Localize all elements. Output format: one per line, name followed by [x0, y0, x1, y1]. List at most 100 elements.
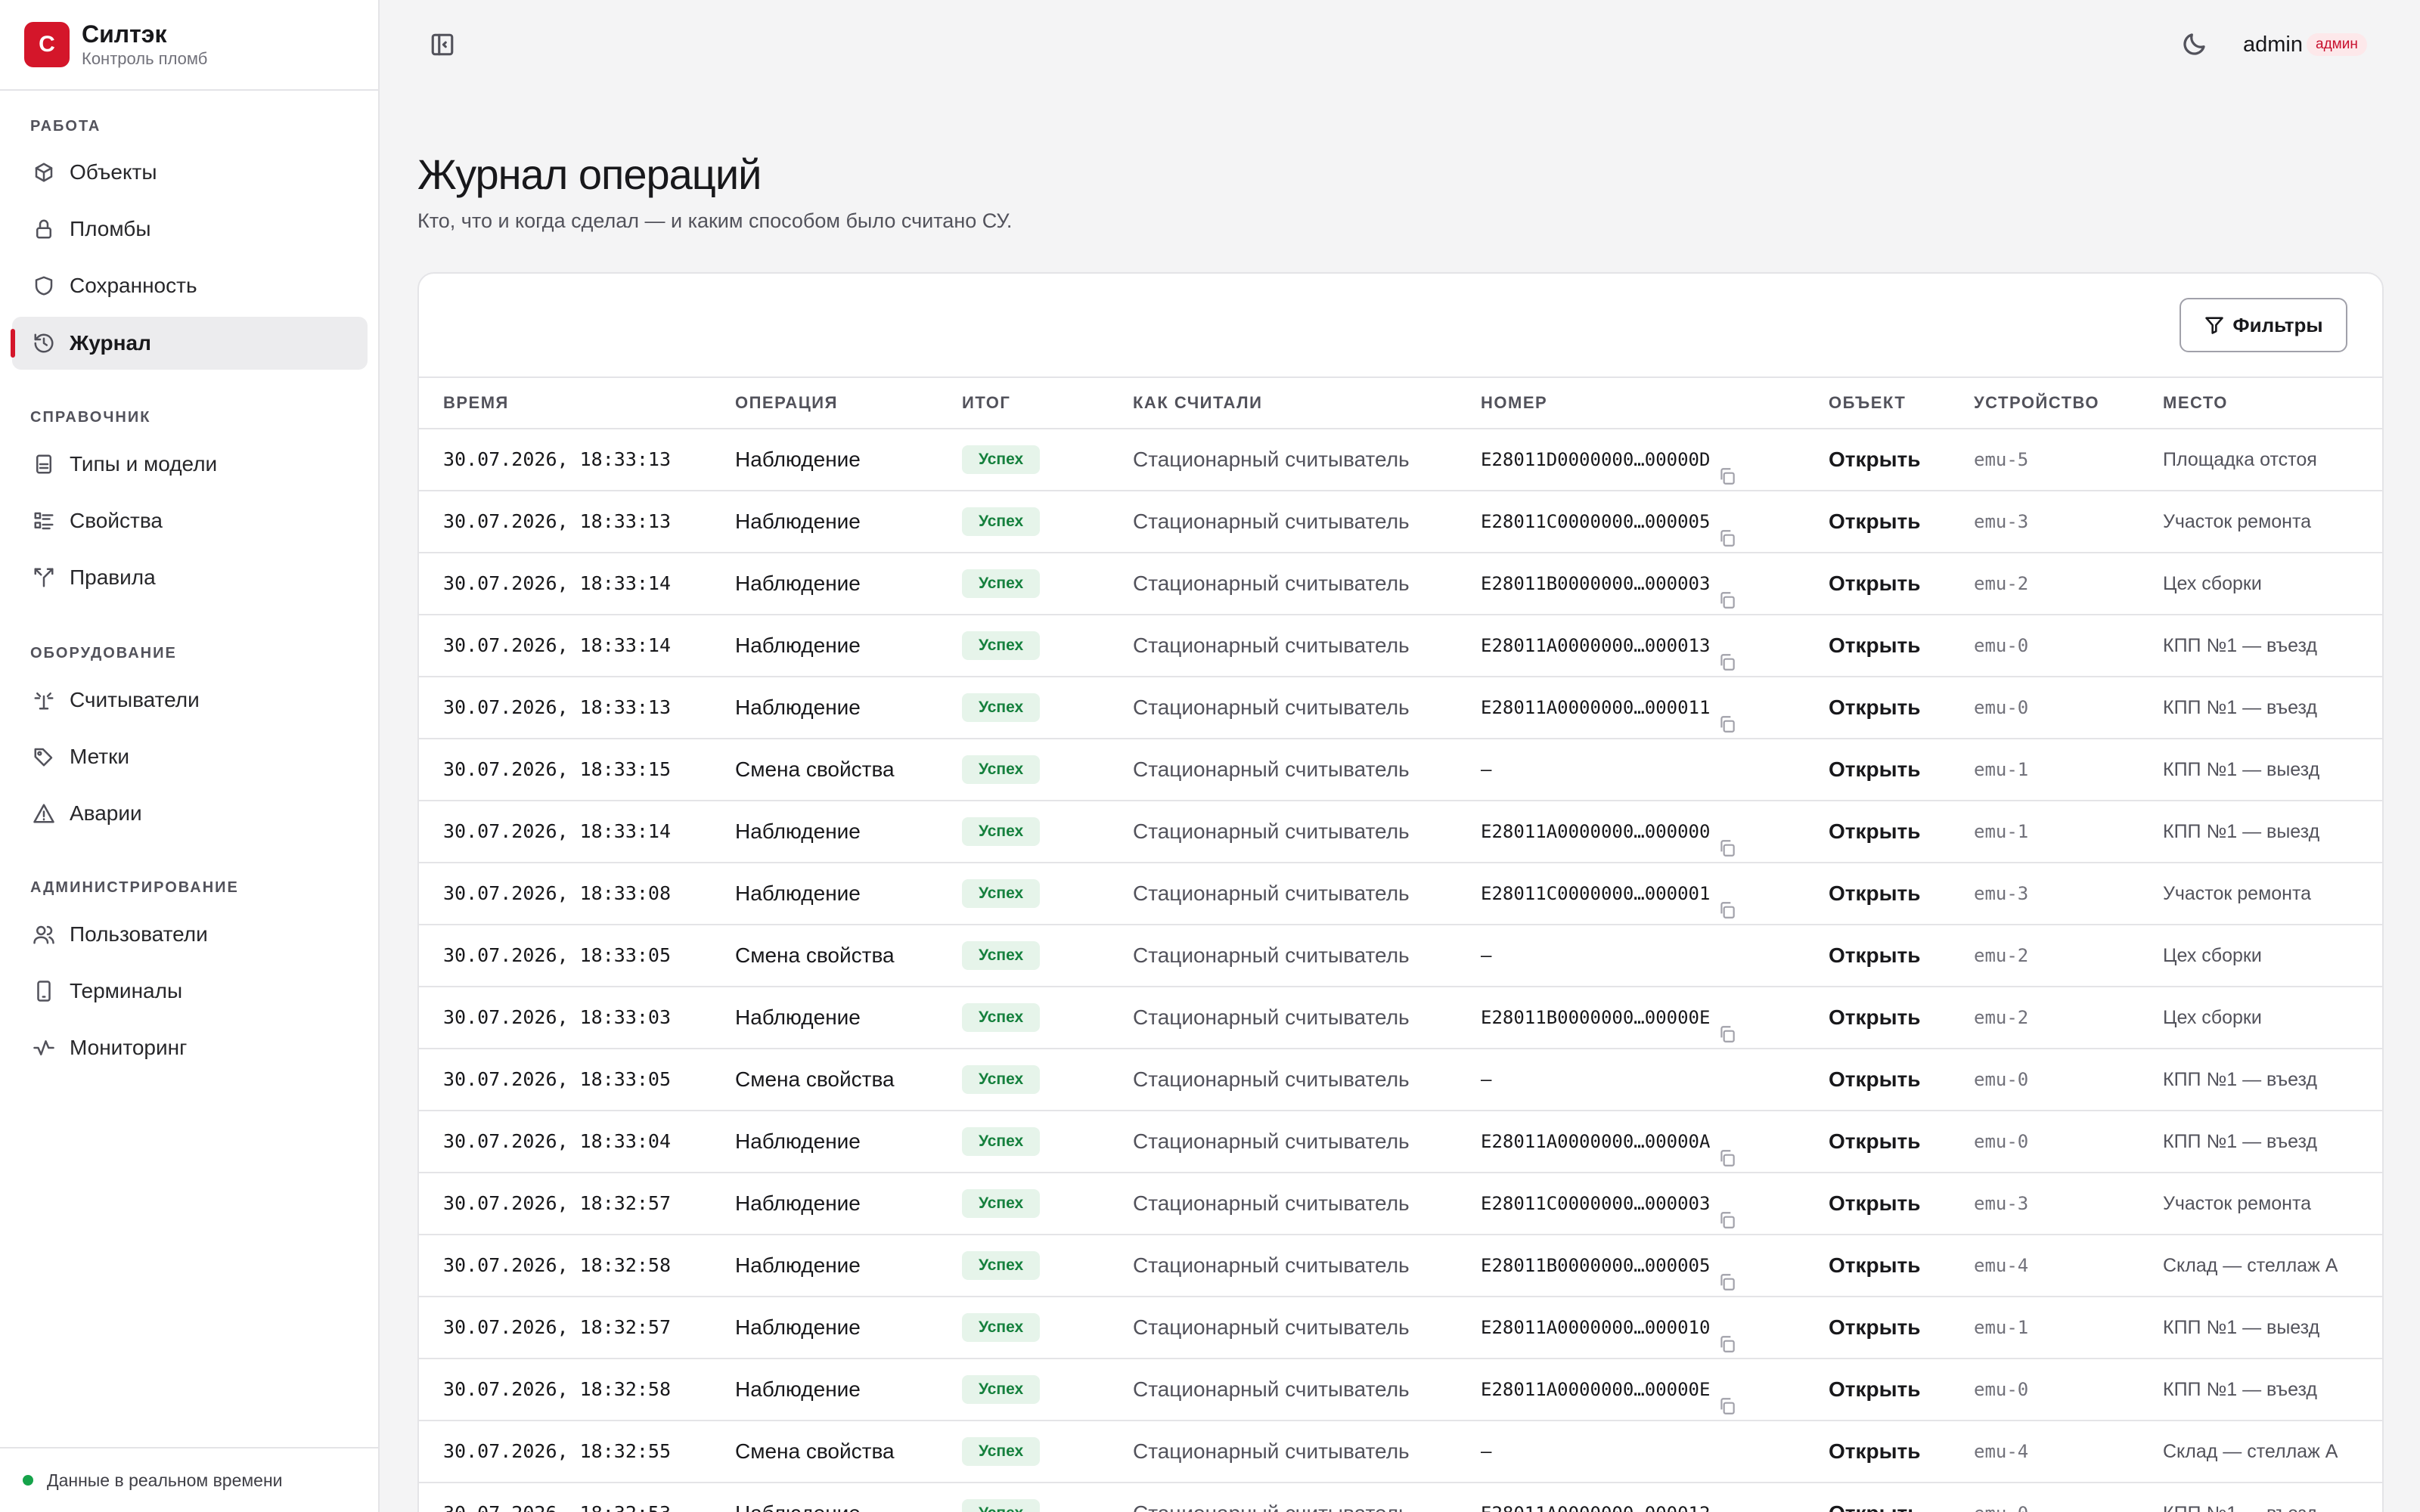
copy-icon[interactable] [1717, 698, 1737, 733]
status-badge: Успех [962, 445, 1041, 474]
table-row[interactable]: 30.07.2026, 18:33:08 Наблюдение Успех Стаци… [419, 863, 2382, 925]
column-header-object[interactable]: ОБЪЕКТ [1829, 378, 1906, 428]
open-object-link[interactable]: Открыть [1829, 429, 1920, 490]
cell-place: КПП №1 — въезд [2163, 1069, 2317, 1090]
table-row[interactable]: 30.07.2026, 18:32:55 Смена свойства Успех С… [419, 1421, 2382, 1483]
cell-result: Успех [962, 1111, 1041, 1172]
seal-number-text: E28011C0000000…000005 [1481, 511, 1711, 532]
sidebar-item-objects[interactable]: Объекты [12, 146, 368, 199]
copy-icon[interactable] [1717, 1318, 1737, 1352]
copy-icon[interactable] [1717, 450, 1737, 485]
open-object-link[interactable]: Открыть [1829, 615, 1920, 676]
brand[interactable]: С Силтэк Контроль пломб [0, 0, 378, 91]
cell-operation: Смена свойства [735, 758, 895, 781]
copy-icon[interactable] [1717, 1132, 1737, 1167]
open-object-link[interactable]: Открыть [1829, 1111, 1920, 1172]
column-header-result[interactable]: ИТОГ [962, 378, 1010, 428]
open-object-link[interactable]: Открыть [1829, 677, 1920, 738]
copy-icon[interactable] [1717, 884, 1737, 919]
table-row[interactable]: 30.07.2026, 18:33:13 Наблюдение Успех Стаци… [419, 429, 2382, 491]
cell-device: emu-0 [1974, 1069, 2029, 1090]
open-object-link[interactable]: Открыть [1829, 1173, 1920, 1234]
column-header-read-method[interactable]: КАК СЧИТАЛИ [1133, 378, 1262, 428]
brand-logo: С [24, 22, 70, 67]
open-object-link[interactable]: Открыть [1829, 987, 1920, 1048]
copy-icon[interactable] [1717, 1194, 1737, 1228]
sidebar-item-alarms[interactable]: Аварии [12, 787, 368, 840]
open-object-link[interactable]: Открыть [1829, 863, 1920, 924]
sidebar-item-types[interactable]: Типы и модели [12, 438, 368, 491]
status-badge: Успех [962, 878, 1041, 908]
sidebar-item-label: Терминалы [70, 979, 183, 1002]
open-object-link[interactable]: Открыть [1829, 801, 1920, 862]
copy-icon[interactable] [1717, 574, 1737, 609]
table-row[interactable]: 30.07.2026, 18:33:13 Наблюдение Успех Стаци… [419, 491, 2382, 553]
table-row[interactable]: 30.07.2026, 18:32:58 Наблюдение Успех Стаци… [419, 1359, 2382, 1421]
sidebar-item-rules[interactable]: Правила [12, 551, 368, 604]
table-row[interactable]: 30.07.2026, 18:33:05 Смена свойства Успех С… [419, 1049, 2382, 1111]
status-badge: Успех [962, 569, 1041, 598]
open-object-link[interactable]: Открыть [1829, 1049, 1920, 1110]
copy-icon[interactable] [1717, 1504, 1737, 1512]
table-row[interactable]: 30.07.2026, 18:32:57 Наблюдение Успех Стаци… [419, 1297, 2382, 1359]
table-row[interactable]: 30.07.2026, 18:33:05 Смена свойства Успех С… [419, 925, 2382, 987]
open-object-link[interactable]: Открыть [1829, 1235, 1920, 1296]
column-header-operation[interactable]: ОПЕРАЦИЯ [735, 378, 838, 428]
sidebar-item-users[interactable]: Пользователи [12, 908, 368, 961]
table-row[interactable]: 30.07.2026, 18:33:14 Наблюдение Успех Стаци… [419, 615, 2382, 677]
copy-icon[interactable] [1717, 636, 1737, 671]
open-object-link[interactable]: Открыть [1829, 1359, 1920, 1420]
open-object-link[interactable]: Открыть [1829, 1421, 1920, 1482]
table-row[interactable]: 30.07.2026, 18:33:15 Смена свойства Успех С… [419, 739, 2382, 801]
sidebar-item-monitoring[interactable]: Мониторинг [12, 1021, 368, 1074]
cell-operation: Наблюдение [735, 1377, 861, 1401]
sidebar-item-integrity[interactable]: Сохранность [12, 259, 368, 312]
copy-icon[interactable] [1717, 1380, 1737, 1414]
table-row[interactable]: 30.07.2026, 18:32:57 Наблюдение Успех Стаци… [419, 1173, 2382, 1235]
shield-icon [32, 274, 56, 298]
sidebar-item-journal[interactable]: Журнал [11, 317, 368, 370]
table-row[interactable]: 30.07.2026, 18:32:53 Наблюдение Успех Стаци… [419, 1483, 2382, 1512]
seal-number-text: E28011C0000000…000003 [1481, 1193, 1711, 1214]
table-row[interactable]: 30.07.2026, 18:33:03 Наблюдение Успех Стаци… [419, 987, 2382, 1049]
column-header-device[interactable]: УСТРОЙСТВО [1974, 378, 2099, 428]
cell-number: E28011B0000000…000005 [1481, 1235, 1737, 1296]
sidebar-item-tags[interactable]: Метки [12, 730, 368, 783]
open-object-link[interactable]: Открыть [1829, 553, 1920, 614]
table-row[interactable]: 30.07.2026, 18:33:04 Наблюдение Успех Стаци… [419, 1111, 2382, 1173]
user-name[interactable]: admin [2243, 30, 2303, 59]
seal-number-text: E28011A0000000…00000A [1481, 1131, 1711, 1152]
filters-button[interactable]: Фильтры [2180, 298, 2347, 352]
cell-time: 30.07.2026, 18:33:14 [443, 820, 672, 842]
sidebar-item-properties[interactable]: Свойства [12, 494, 368, 547]
sidebar-toggle-button[interactable] [430, 32, 457, 59]
cell-device: emu-4 [1974, 1441, 2029, 1462]
open-object-link[interactable]: Открыть [1829, 739, 1920, 800]
table-row[interactable]: 30.07.2026, 18:33:13 Наблюдение Успех Стаци… [419, 677, 2382, 739]
table-row[interactable]: 30.07.2026, 18:32:58 Наблюдение Успех Стаци… [419, 1235, 2382, 1297]
column-header-time[interactable]: ВРЕМЯ [443, 378, 509, 428]
copy-icon[interactable] [1717, 1256, 1737, 1290]
realtime-status: Данные в реальном времени [0, 1447, 380, 1512]
sidebar-item-readers[interactable]: Считыватели [12, 674, 368, 727]
theme-toggle-button[interactable] [2181, 30, 2211, 60]
document-icon [32, 452, 56, 476]
sidebar-item-terminals[interactable]: Терминалы [12, 965, 368, 1018]
cell-read-method: Стационарный считыватель [1133, 758, 1410, 781]
column-header-place[interactable]: МЕСТО [2163, 378, 2228, 428]
table-row[interactable]: 30.07.2026, 18:33:14 Наблюдение Успех Стаци… [419, 553, 2382, 615]
table-row[interactable]: 30.07.2026, 18:33:14 Наблюдение Успех Стаци… [419, 801, 2382, 863]
cell-device: emu-3 [1974, 511, 2029, 532]
sidebar-item-seals[interactable]: Пломбы [12, 203, 368, 256]
open-object-link[interactable]: Открыть [1829, 1483, 1920, 1512]
copy-icon[interactable] [1717, 512, 1737, 547]
open-object-link[interactable]: Открыть [1829, 1297, 1920, 1358]
cell-operation: Наблюдение [735, 1315, 861, 1339]
column-header-number[interactable]: НОМЕР [1481, 378, 1547, 428]
split-icon [32, 565, 56, 590]
copy-icon[interactable] [1717, 822, 1737, 857]
cell-time: 30.07.2026, 18:32:55 [443, 1440, 672, 1462]
open-object-link[interactable]: Открыть [1829, 491, 1920, 552]
open-object-link[interactable]: Открыть [1829, 925, 1920, 986]
copy-icon[interactable] [1717, 1008, 1737, 1043]
